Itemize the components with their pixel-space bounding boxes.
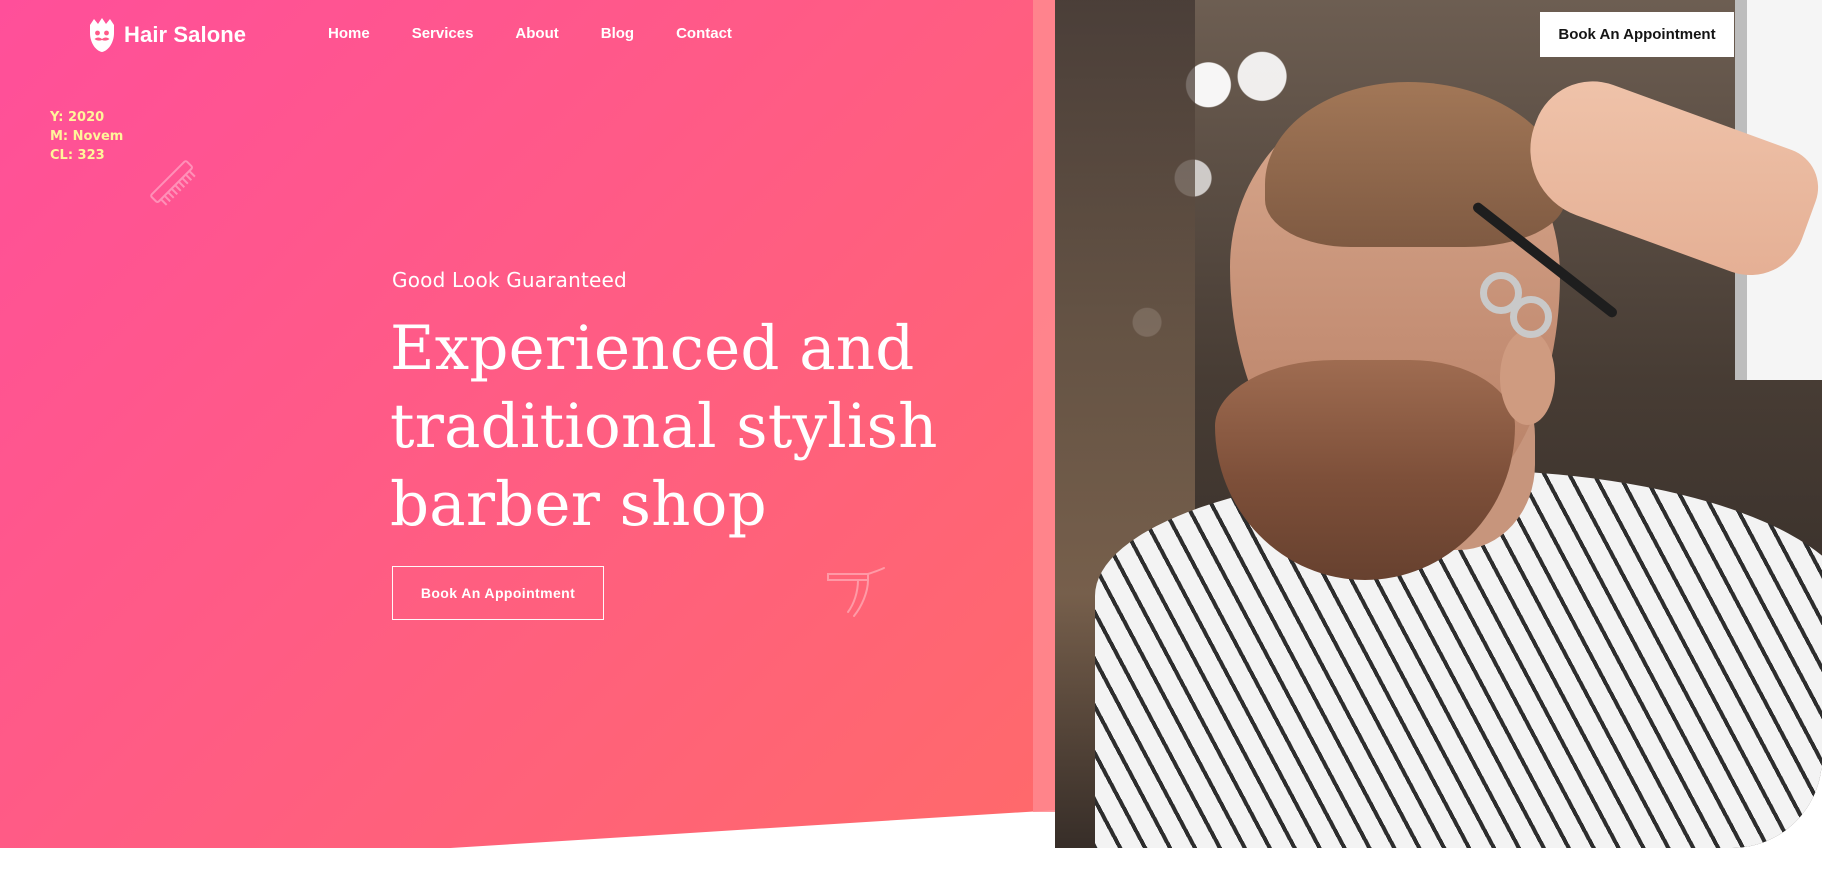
debug-year: Y: 2020 xyxy=(50,110,105,125)
brand-logo[interactable]: Hair Salone xyxy=(86,17,246,53)
hero-book-appointment-button[interactable]: Book An Appointment xyxy=(392,566,604,620)
razor-icon xyxy=(827,567,885,617)
hero-photo xyxy=(1055,0,1822,848)
debug-info: Y: 2020 M: Novem CL: 323 xyxy=(50,108,123,165)
nav-blog[interactable]: Blog xyxy=(601,25,634,42)
nav-about[interactable]: About xyxy=(515,25,558,42)
photo-scissors-ring xyxy=(1510,296,1552,338)
debug-cl: CL: 323 xyxy=(50,148,105,163)
hero-page: Hair Salone Home Services About Blog Con… xyxy=(0,0,1822,880)
beard-face-icon xyxy=(90,18,114,52)
nav-services[interactable]: Services xyxy=(412,25,474,42)
hero-title-line: barber shop xyxy=(390,469,767,540)
debug-month: M: Novem xyxy=(50,129,124,144)
hero-accent-strip xyxy=(1033,0,1055,812)
nav-contact[interactable]: Contact xyxy=(676,25,732,42)
hero-title-line: Experienced and xyxy=(390,313,915,384)
photo-ear xyxy=(1500,330,1555,425)
nav-home[interactable]: Home xyxy=(328,25,370,42)
brand-name: Hair Salone xyxy=(124,22,247,47)
comb-icon xyxy=(150,160,196,206)
main-nav: Home Services About Blog Contact xyxy=(328,25,774,42)
hero-eyebrow: Good Look Guaranteed xyxy=(392,268,627,292)
photo-hair xyxy=(1265,82,1565,247)
header-book-appointment-button[interactable]: Book An Appointment xyxy=(1540,12,1734,57)
hero-title-line: traditional stylish xyxy=(390,391,938,462)
hero-title: Experienced and traditional stylish barb… xyxy=(390,310,950,544)
